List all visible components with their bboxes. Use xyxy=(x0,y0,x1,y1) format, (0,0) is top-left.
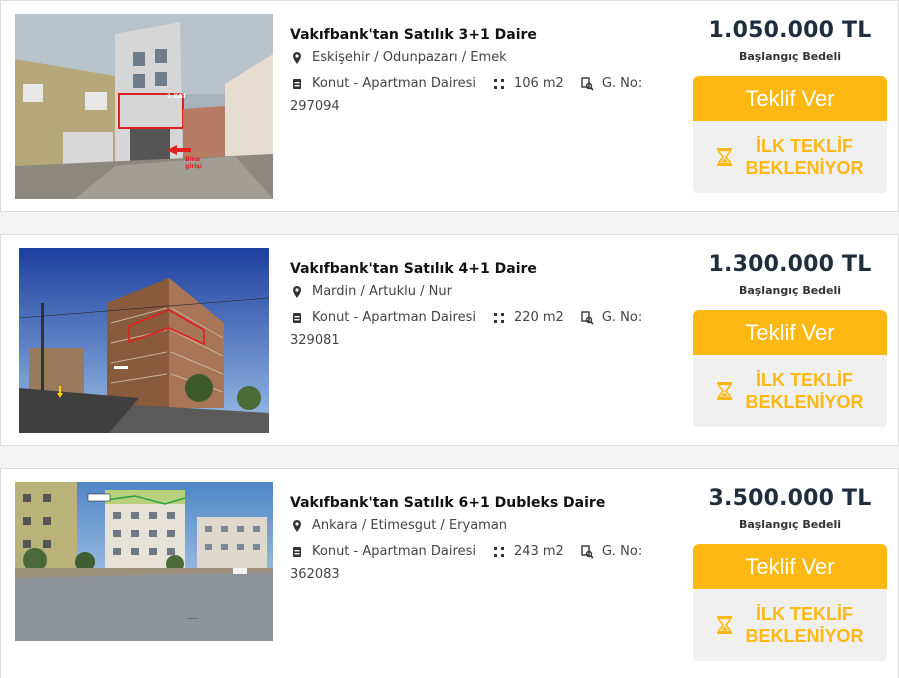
make-offer-button[interactable]: Teklif Ver xyxy=(693,76,887,121)
property-type: Konut - Apartman Dairesi xyxy=(312,76,476,91)
property-type: Konut - Apartman Dairesi xyxy=(312,544,476,559)
hourglass-icon xyxy=(716,147,733,167)
status-badge: İLK TEKLİF BEKLENİYOR xyxy=(693,121,887,193)
listing-location: Mardin / Artuklu / Nur xyxy=(290,283,670,301)
building-icon xyxy=(290,311,304,325)
listing-card: Vakıfbank'tan Satılık 4+1 Daire Mardin /… xyxy=(0,234,899,446)
listing-info: Vakıfbank'tan Satılık 4+1 Daire Mardin /… xyxy=(290,259,670,350)
listing-location: Ankara / Etimesgut / Eryaman xyxy=(290,517,670,535)
listing-card: _____ Vakıfbank'tan Satılık 6+1 Dubleks … xyxy=(0,468,899,678)
gno-value: 362083 xyxy=(290,567,340,582)
document-search-icon xyxy=(580,77,594,91)
listing-meta: Konut - Apartman Dairesi 106 m2 G. No: xyxy=(290,75,670,93)
map-pin-icon xyxy=(290,285,304,299)
property-type: Konut - Apartman Dairesi xyxy=(312,310,476,325)
price: 1.050.000 TL xyxy=(708,18,872,43)
price-column: 3.500.000 TL Başlangıç Bedeli Teklif Ver… xyxy=(693,483,887,661)
listing-card: 1.KAT Bina girişi Vakıfbank'tan Satılık … xyxy=(0,0,899,212)
property-area: 220 m2 xyxy=(513,310,564,325)
status-text: İLK TEKLİF BEKLENİYOR xyxy=(745,136,864,178)
listing-photo[interactable]: _____ xyxy=(15,482,273,641)
price-column: 1.300.000 TL Başlangıç Bedeli Teklif Ver… xyxy=(693,249,887,427)
gno-value: 297094 xyxy=(290,99,340,114)
svg-text:1.KAT: 1.KAT xyxy=(167,93,187,100)
hourglass-icon xyxy=(716,381,733,401)
gno-value: 329081 xyxy=(290,333,340,348)
svg-text:Bina: Bina xyxy=(185,156,200,163)
listing-title[interactable]: Vakıfbank'tan Satılık 4+1 Daire xyxy=(290,259,670,279)
map-pin-icon xyxy=(290,51,304,65)
status-badge: İLK TEKLİF BEKLENİYOR xyxy=(693,589,887,661)
gno-label: G. No: xyxy=(601,310,643,325)
gno-label: G. No: xyxy=(601,544,643,559)
location-text: Ankara / Etimesgut / Eryaman xyxy=(312,518,508,533)
price-label: Başlangıç Bedeli xyxy=(738,518,842,531)
location-text: Eskişehir / Odunpazarı / Emek xyxy=(312,50,507,65)
area-dots-icon xyxy=(492,311,506,325)
document-search-icon xyxy=(580,311,594,325)
listing-location: Eskişehir / Odunpazarı / Emek xyxy=(290,49,670,67)
svg-text:girişi: girişi xyxy=(185,163,202,170)
location-text: Mardin / Artuklu / Nur xyxy=(312,284,452,299)
listing-photo[interactable] xyxy=(19,248,269,433)
listing-meta: Konut - Apartman Dairesi 220 m2 G. No: xyxy=(290,309,670,327)
price: 3.500.000 TL xyxy=(708,486,872,511)
listing-photo[interactable]: 1.KAT Bina girişi xyxy=(15,14,273,199)
listing-info: Vakıfbank'tan Satılık 6+1 Dubleks Daire … xyxy=(290,493,670,584)
building-icon xyxy=(290,545,304,559)
property-area: 243 m2 xyxy=(513,544,564,559)
status-text: İLK TEKLİF BEKLENİYOR xyxy=(745,604,864,646)
price-label: Başlangıç Bedeli xyxy=(738,284,842,297)
property-area: 106 m2 xyxy=(513,76,564,91)
area-dots-icon xyxy=(492,545,506,559)
listing-title[interactable]: Vakıfbank'tan Satılık 3+1 Daire xyxy=(290,25,670,45)
gno-label: G. No: xyxy=(601,76,643,91)
make-offer-button[interactable]: Teklif Ver xyxy=(693,544,887,589)
building-icon xyxy=(290,77,304,91)
price-column: 1.050.000 TL Başlangıç Bedeli Teklif Ver… xyxy=(693,15,887,193)
status-badge: İLK TEKLİF BEKLENİYOR xyxy=(693,355,887,427)
listing-title[interactable]: Vakıfbank'tan Satılık 6+1 Dubleks Daire xyxy=(290,493,670,513)
listing-meta: Konut - Apartman Dairesi 243 m2 G. No: xyxy=(290,543,670,561)
map-pin-icon xyxy=(290,519,304,533)
document-search-icon xyxy=(580,545,594,559)
price-label: Başlangıç Bedeli xyxy=(738,50,842,63)
status-text: İLK TEKLİF BEKLENİYOR xyxy=(745,370,864,412)
listing-info: Vakıfbank'tan Satılık 3+1 Daire Eskişehi… xyxy=(290,25,670,116)
area-dots-icon xyxy=(492,77,506,91)
svg-text:_____: _____ xyxy=(186,615,199,620)
make-offer-button[interactable]: Teklif Ver xyxy=(693,310,887,355)
hourglass-icon xyxy=(716,615,733,635)
price: 1.300.000 TL xyxy=(708,252,872,277)
